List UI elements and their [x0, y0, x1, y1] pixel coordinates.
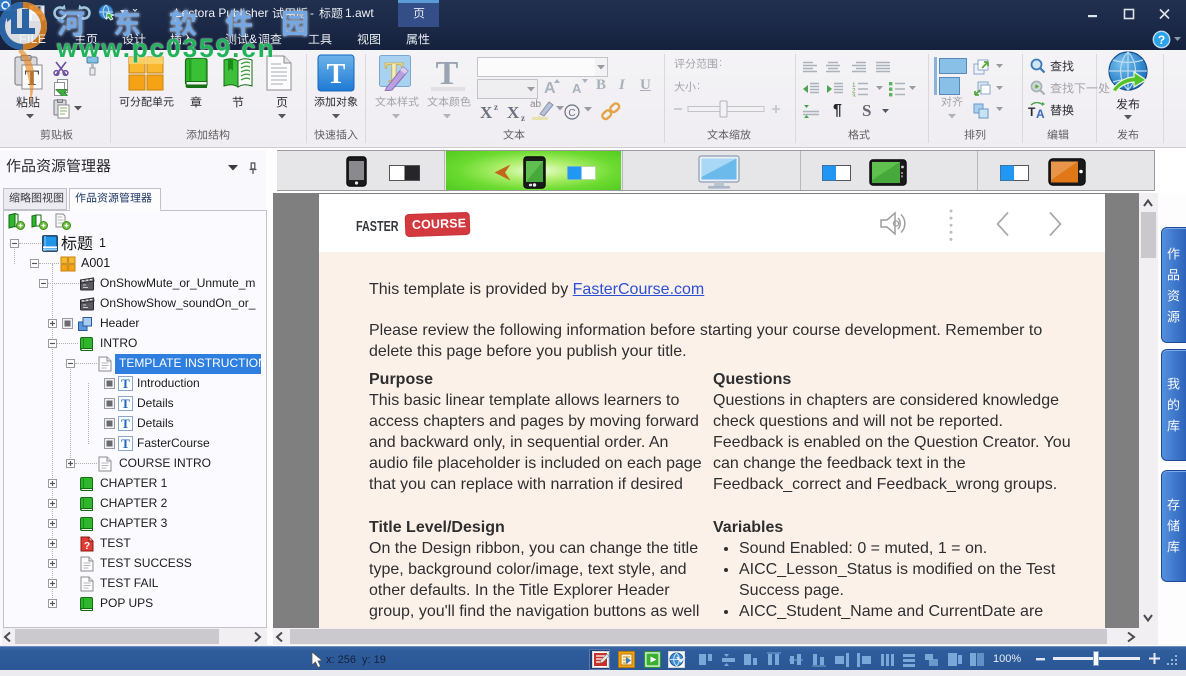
svg-text:C: C: [568, 108, 575, 119]
svg-text:T: T: [327, 59, 346, 90]
svg-text:T: T: [1028, 105, 1036, 119]
svg-text:z: z: [521, 113, 525, 121]
svg-text:T: T: [436, 55, 459, 92]
svg-text:A: A: [1036, 107, 1045, 119]
svg-text:T: T: [121, 376, 130, 391]
svg-text:A: A: [544, 80, 556, 96]
svg-text:?: ?: [1158, 33, 1165, 47]
svg-text:X: X: [507, 103, 520, 121]
svg-text:ab: ab: [530, 99, 542, 110]
svg-text:X: X: [480, 103, 493, 121]
svg-text:T: T: [121, 396, 130, 411]
svg-text:T: T: [121, 436, 130, 451]
svg-text:T: T: [121, 416, 130, 431]
svg-text:z: z: [494, 102, 498, 112]
svg-text:?: ?: [84, 541, 90, 552]
svg-text:A: A: [572, 81, 582, 96]
svg-text:3: 3: [852, 93, 856, 97]
